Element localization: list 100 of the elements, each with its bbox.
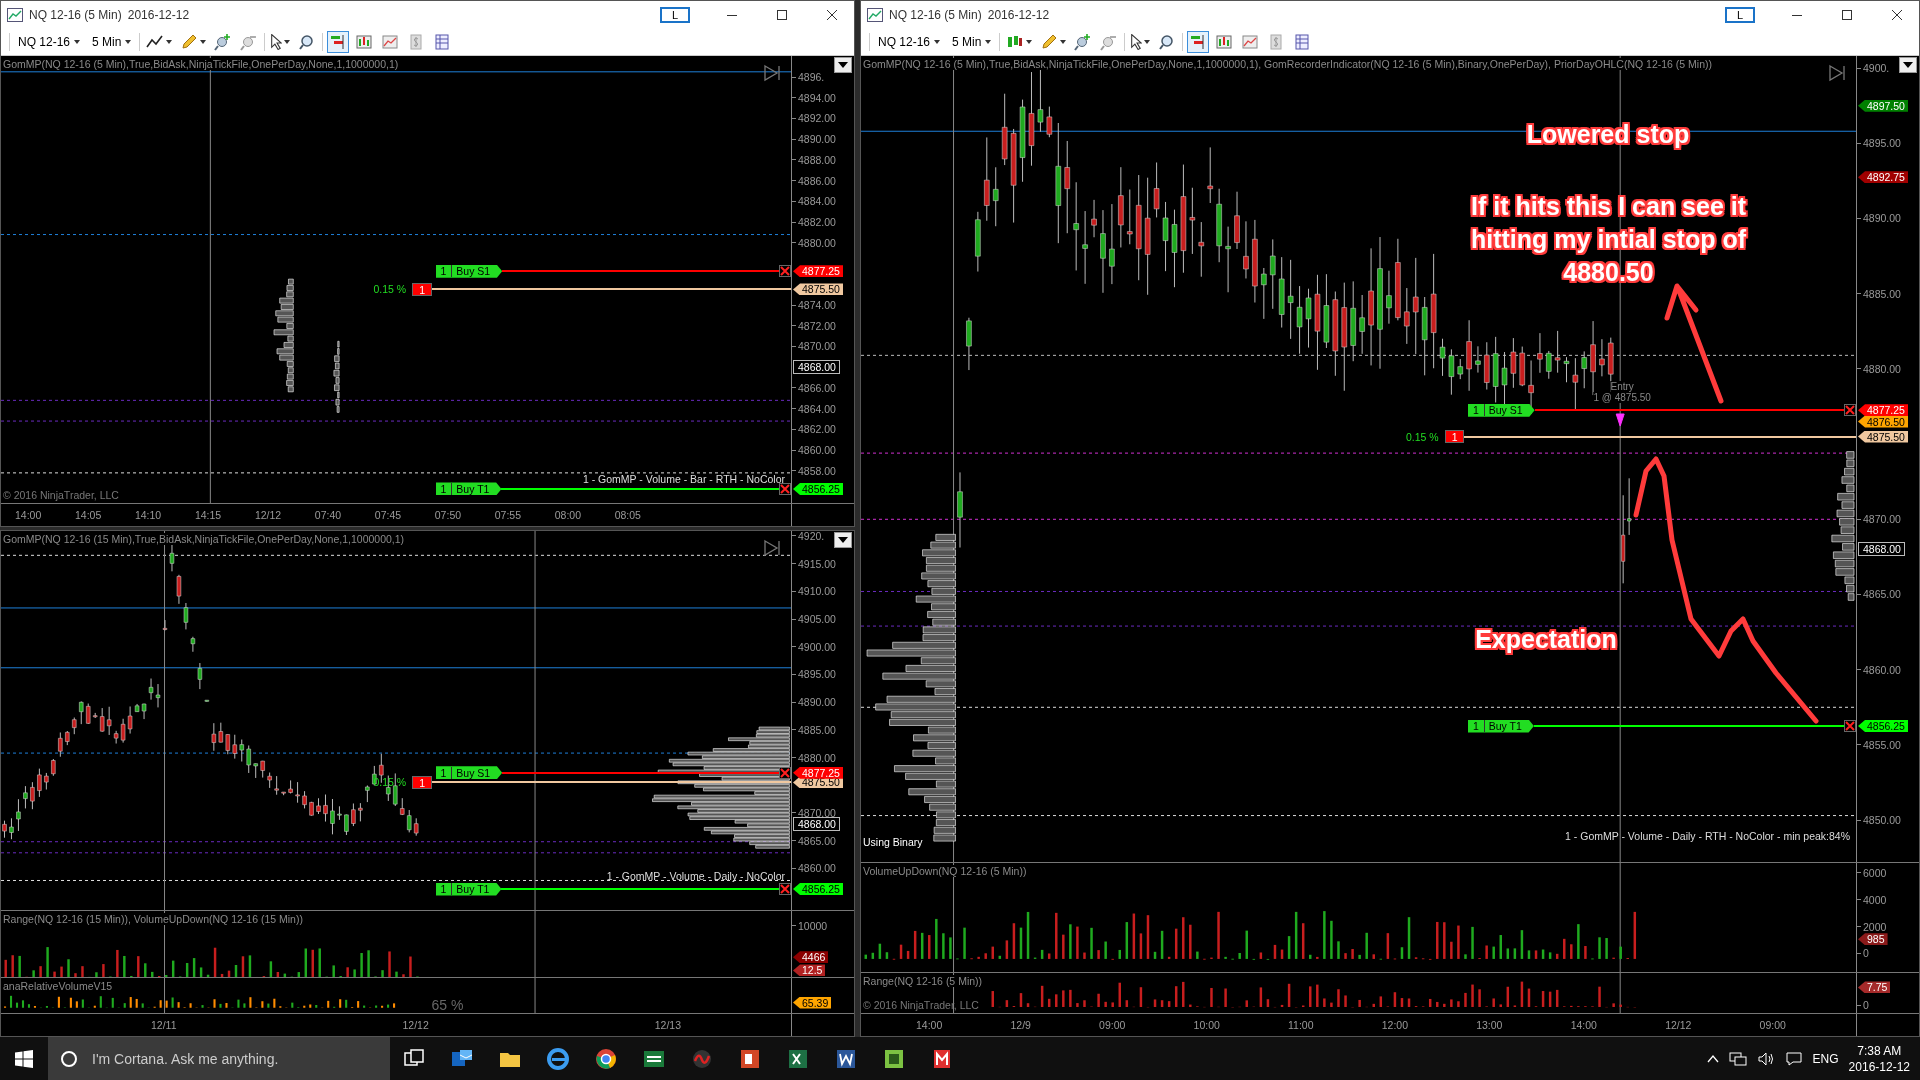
axis-label: 4860.00 xyxy=(1863,663,1901,676)
axis-label: 4870.00 xyxy=(1863,513,1901,526)
link-button[interactable]: L xyxy=(1725,7,1755,23)
time-label: 14:15 xyxy=(194,509,222,521)
indicator-label: GomMP(NQ 12-16 (5 Min),True,BidAsk,NinjaTickFile,OnePerDay,None,1,1000000,1) xyxy=(3,58,399,70)
entry-label: Entry xyxy=(1610,380,1634,392)
window-title: NQ 12-16 (5 Min) xyxy=(29,8,122,22)
language-indicator[interactable]: ENG xyxy=(1812,1051,1839,1066)
indicator-label: GomMP(NQ 12-16 (5 Min),True,BidAsk,NinjaTickFile,OnePerDay,None,1,1000000,1), GomRecorderIndicator(NQ 12-16 (5 Min),Binary,OnePerDay), PriorDayOHLC(NQ 12-16 (5 Min)) xyxy=(863,58,1713,70)
profile-label: 1 - GomMP - Volume - Bar - RTH - NoColor xyxy=(582,472,785,485)
caption-label: Using Binary xyxy=(863,836,923,848)
axis-label: 4915.00 xyxy=(798,557,836,570)
axis-label: 4900. xyxy=(1863,62,1890,75)
axis-label: 4894.00 xyxy=(798,91,836,104)
order-tag[interactable]: 1 Buy S1 xyxy=(435,264,503,278)
price-tag: 4897.50 xyxy=(1858,99,1908,112)
price-tag: 4466 xyxy=(793,951,829,964)
percent-label: 0.15 % xyxy=(373,283,407,296)
axis-label: 4870.00 xyxy=(798,340,836,353)
time-label: 07:40 xyxy=(314,509,342,521)
axis-label: 4866.00 xyxy=(798,381,836,394)
axis-label: 4880.00 xyxy=(1863,362,1901,375)
price-tag: 4892.75 xyxy=(1858,171,1908,184)
order-tag[interactable]: 1 Buy T1 xyxy=(1467,719,1534,733)
axis-label: 4850.00 xyxy=(1863,814,1901,827)
axis-label: 4885.00 xyxy=(1863,287,1901,300)
price-tag: 7.75 xyxy=(1858,981,1891,994)
time-label: 12:00 xyxy=(1381,1019,1408,1031)
clock[interactable]: 7:38 AM 2016-12-12 xyxy=(1848,1042,1910,1075)
time-label: 12/9 xyxy=(1010,1019,1031,1031)
axis-label: 4864.00 xyxy=(798,402,836,415)
axis-label: 4890.00 xyxy=(1863,212,1901,225)
axis-label: 0 xyxy=(1863,947,1869,960)
axis-label: 4895.00 xyxy=(798,668,836,681)
axis-label: 4890.00 xyxy=(798,696,836,709)
price-tag: 4868.00 xyxy=(793,817,840,831)
axis-label: 4862.00 xyxy=(798,423,836,436)
time-label: 14:00 xyxy=(15,509,42,521)
position-quantity[interactable]: 1 xyxy=(1444,430,1465,444)
axis-label: 4890.00 xyxy=(798,133,836,146)
time-label: 10:00 xyxy=(1193,1019,1220,1031)
instrument-dropdown[interactable]: NQ 12-16 xyxy=(14,33,85,51)
order-tag[interactable]: 1 Buy S1 xyxy=(1467,403,1535,417)
order-tag[interactable]: 1 Buy S1 xyxy=(435,766,503,780)
axis-label: 4900.00 xyxy=(798,640,836,653)
price-tag: 4856.25 xyxy=(1858,720,1908,733)
axis-label: 4000 xyxy=(1863,893,1887,906)
window-date: 2016-12-12 xyxy=(987,8,1050,22)
profile-label: 1 - GomMP - Volume - Daily - NoColor xyxy=(606,870,785,883)
time-label: 09:00 xyxy=(1759,1019,1786,1031)
indicator-label: Range(NQ 12-16 (15 Min)), VolumeUpDown(NQ 12-16 (15 Min)) xyxy=(3,913,303,925)
order-tag[interactable]: 1 Buy T1 xyxy=(435,482,502,496)
axis-label: 4905.00 xyxy=(798,613,836,625)
price-tag: 985 xyxy=(1858,933,1888,946)
axis-label: 4860.00 xyxy=(798,862,836,875)
instrument-dropdown[interactable]: NQ 12-16 xyxy=(874,33,945,51)
link-button[interactable]: L xyxy=(660,7,690,23)
axis-label: 4855.00 xyxy=(1863,738,1901,751)
position-quantity[interactable]: 1 xyxy=(412,282,433,296)
axis-label: 4880.00 xyxy=(798,236,836,249)
axis-label: 4910.00 xyxy=(798,585,836,598)
price-tag: 4868.00 xyxy=(793,360,840,375)
interval-dropdown[interactable]: 5 Min xyxy=(88,33,136,51)
time-label: 07:55 xyxy=(494,509,522,521)
price-tag: 4877.25 xyxy=(793,766,843,779)
window-date: 2016-12-12 xyxy=(127,8,190,22)
axis-label: 4872.00 xyxy=(798,319,836,332)
time-label: 12/12 xyxy=(402,1019,429,1031)
axis-label: 4888.00 xyxy=(798,153,836,166)
axis-label: 4920. xyxy=(798,531,825,542)
time-label: 12/11 xyxy=(151,1019,177,1031)
percent-label: 0.15 % xyxy=(1405,430,1439,443)
price-tag: 4877.25 xyxy=(1858,404,1908,417)
axis-label: 4884.00 xyxy=(798,195,836,208)
annotation-text: Expectation xyxy=(1474,624,1618,655)
price-tag: 4875.50 xyxy=(1858,430,1908,443)
price-tag: 4868.00 xyxy=(1858,542,1905,557)
position-quantity[interactable]: 1 xyxy=(412,775,433,789)
axis-label: 4858.00 xyxy=(798,464,836,477)
time-label: 12/13 xyxy=(654,1019,681,1031)
axis-label: 6000 xyxy=(1863,866,1887,879)
axis-label: 4865.00 xyxy=(798,834,836,847)
axis-label: 4870.00 xyxy=(798,806,836,819)
interval-dropdown[interactable]: 5 Min xyxy=(948,33,996,51)
search-bar[interactable]: I'm Cortana. Ask me anything. xyxy=(48,1037,390,1080)
price-tag: 4875.50 xyxy=(793,283,843,296)
time-label: 08:05 xyxy=(614,509,641,521)
axis-label: 4874.00 xyxy=(798,299,836,311)
price-tag: 12.5 xyxy=(793,964,826,977)
profile-label: 1 - GomMP - Volume - Daily - RTH - NoColor - min peak:84% xyxy=(1565,830,1850,843)
axis-label: 4892.00 xyxy=(798,112,836,125)
axis-label: 4860.00 xyxy=(798,444,836,457)
search-field[interactable]: I'm Cortana. Ask me anything. xyxy=(90,1049,390,1068)
price-tag: 4877.25 xyxy=(793,265,843,278)
axis-label: 4885.00 xyxy=(798,723,836,736)
indicator-label: GomMP(NQ 12-16 (15 Min),True,BidAsk,NinjaTickFile,OnePerDay,None,1,1000000,1) xyxy=(3,533,405,545)
time-label: 13:00 xyxy=(1476,1019,1503,1031)
time-label: 14:00 xyxy=(916,1019,943,1031)
order-tag[interactable]: 1 Buy T1 xyxy=(435,882,502,896)
copyright-text: © 2016 NinjaTrader, LLC xyxy=(3,489,119,501)
